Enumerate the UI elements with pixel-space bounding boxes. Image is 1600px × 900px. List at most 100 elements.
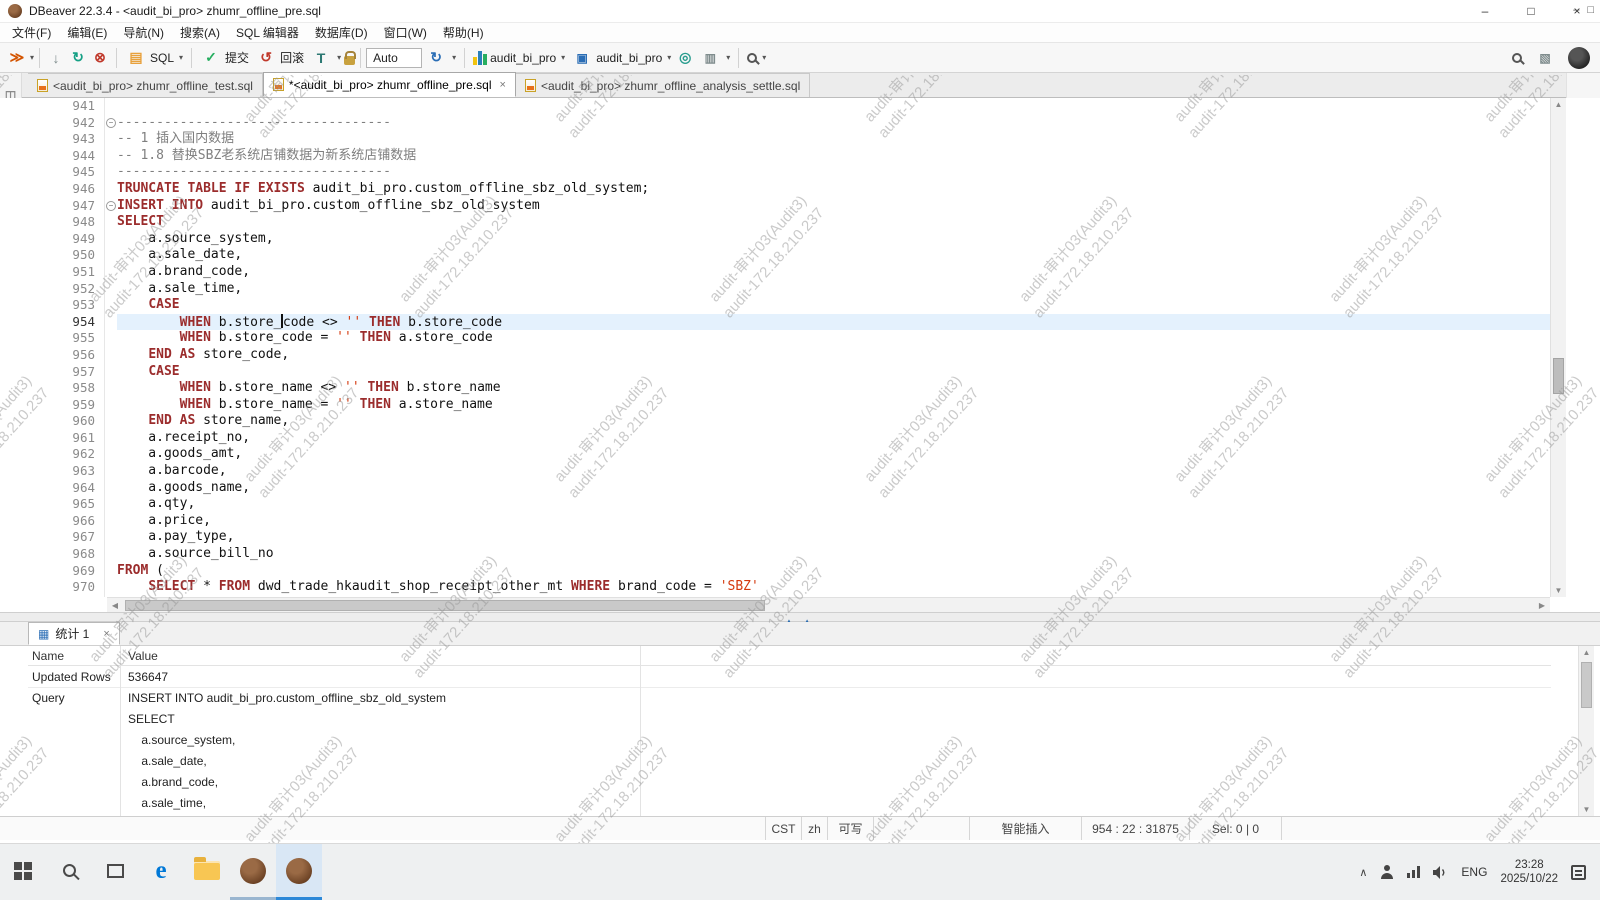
schema-name: audit_bi_pro <box>596 51 662 65</box>
panel-splitter[interactable]: ▲ ▲ <box>0 612 1600 622</box>
minimize-view-icon[interactable]: – <box>1573 4 1579 16</box>
scroll-up-icon[interactable]: ▲ <box>1579 648 1594 657</box>
execute-query-icon[interactable]: ↻ <box>69 46 87 70</box>
rollback-button[interactable]: ↺ 回滚 <box>255 46 304 70</box>
stats-row[interactable]: QueryINSERT INTO audit_bi_pro.custom_off… <box>28 687 1551 708</box>
stats-table-body: Updated Rows536647QueryINSERT INTO audit… <box>28 666 1551 813</box>
dbeaver-window: DBeaver 22.3.4 - <audit_bi_pro> zhumr_of… <box>0 0 1600 900</box>
scroll-up-icon[interactable]: ▲ <box>1551 100 1566 109</box>
window-title: DBeaver 22.3.4 - <audit_bi_pro> zhumr_of… <box>29 4 321 18</box>
fold-marker-icon[interactable]: − <box>106 201 116 211</box>
layout-button[interactable]: ▥ ▾ <box>699 46 730 70</box>
editor-tab-test[interactable]: <audit_bi_pro> zhumr_offline_test.sql <box>28 73 263 97</box>
editor-gutter: 9419429439449459469479489499509519529539… <box>47 98 105 597</box>
minimize-button[interactable]: – <box>1462 0 1508 22</box>
transaction-caret-icon: ▾ <box>337 53 341 62</box>
task-view-button[interactable] <box>92 844 138 900</box>
scroll-right-icon[interactable]: ▶ <box>1534 601 1550 610</box>
menu-window[interactable]: 窗口(W) <box>376 22 435 43</box>
taskbar-clock[interactable]: 23:28 2025/10/22 <box>1500 858 1558 886</box>
new-sql-caret-icon[interactable]: ▾ <box>30 53 34 62</box>
network-icon[interactable] <box>1407 866 1420 878</box>
column-header-name[interactable]: Name <box>28 649 120 663</box>
close-tab-icon[interactable]: × <box>500 79 506 91</box>
transaction-mode-button[interactable]: T ▾ <box>310 46 341 70</box>
maximize-view-icon[interactable]: □ <box>1587 4 1594 16</box>
vertical-scroll-thumb[interactable] <box>1553 358 1564 394</box>
stats-row[interactable]: a.brand_code, <box>28 771 1551 792</box>
menu-database[interactable]: 数据库(D) <box>307 22 376 43</box>
scroll-down-icon[interactable]: ▼ <box>1551 586 1566 595</box>
connection-selector[interactable]: audit_bi_pro ▾ <box>473 51 565 65</box>
scroll-down-icon[interactable]: ▼ <box>1579 805 1594 814</box>
scroll-left-icon[interactable]: ◀ <box>107 601 123 610</box>
stop-icon[interactable]: ⊗ <box>91 46 109 70</box>
dbeaver-taskbar-button-2[interactable] <box>276 844 322 900</box>
file-explorer-button[interactable] <box>184 844 230 900</box>
editor-vertical-scrollbar[interactable]: ▲ ▼ <box>1550 98 1566 597</box>
editor-code[interactable]: ------------------------------------- 1 … <box>117 98 1550 597</box>
planet-icon[interactable]: ◎ <box>676 46 694 70</box>
column-header-value[interactable]: Value <box>120 649 158 663</box>
menu-edit[interactable]: 编辑(E) <box>59 22 115 43</box>
stats-row[interactable]: a.source_system, <box>28 729 1551 750</box>
menu-help[interactable]: 帮助(H) <box>435 22 492 43</box>
quick-search-icon[interactable] <box>1512 53 1522 63</box>
sql-menu-button[interactable]: ▤ SQL ▾ <box>125 46 183 70</box>
line-number: 959 <box>47 397 104 414</box>
line-number: 941 <box>47 98 104 115</box>
contacts-tray-icon[interactable] <box>1380 865 1394 879</box>
schema-selector[interactable]: ▣ audit_bi_pro ▾ <box>571 46 671 70</box>
edge-button[interactable]: e <box>138 844 184 900</box>
maximize-button[interactable]: □ <box>1508 0 1554 22</box>
action-center-icon[interactable] <box>1571 865 1586 880</box>
line-number: 957 <box>47 364 104 381</box>
editor-horizontal-scrollbar[interactable]: ◀ ▶ <box>107 597 1550 612</box>
editor-tab-pre[interactable]: *<audit_bi_pro> zhumr_offline_pre.sql × <box>263 72 516 97</box>
code-line: WHEN b.store_code = '' THEN a.store_code <box>117 330 1550 347</box>
menu-file[interactable]: 文件(F) <box>4 22 59 43</box>
taskbar: e ∧ ENG 23:28 2025/10/22 <box>0 843 1600 900</box>
volume-icon[interactable] <box>1433 866 1448 879</box>
sql-editor[interactable]: 9419429439449459469479489499509519529539… <box>0 98 1600 612</box>
dbeaver-taskbar-button-1[interactable] <box>230 844 276 900</box>
transaction-icon: T <box>312 46 330 70</box>
code-line: a.source_bill_no <box>117 546 1550 563</box>
horizontal-scroll-thumb[interactable] <box>125 600 765 611</box>
commit-mode-combo[interactable]: Auto <box>366 48 422 68</box>
fetch-down-icon[interactable]: ↓ <box>47 46 65 70</box>
commit-button[interactable]: ✓ 提交 <box>200 46 249 70</box>
sql-file-icon <box>525 79 536 92</box>
stats-row[interactable]: a.sale_date, <box>28 750 1551 771</box>
panel-scroll-thumb[interactable] <box>1581 662 1592 708</box>
close-stats-tab-icon[interactable]: × <box>103 628 109 640</box>
code-line: a.qty, <box>117 496 1550 513</box>
start-button[interactable] <box>0 844 46 900</box>
perspective-icon[interactable]: ▧ <box>1536 46 1554 70</box>
editor-tab-analysis[interactable]: <audit_bi_pro> zhumr_offline_analysis_se… <box>516 73 810 97</box>
tray-expand-icon[interactable]: ∧ <box>1359 866 1367 879</box>
language-indicator[interactable]: ENG <box>1461 865 1487 879</box>
commit-icon: ✓ <box>202 46 220 70</box>
dbeaver-logo-icon[interactable] <box>1568 47 1590 69</box>
menu-sql-editor[interactable]: SQL 编辑器 <box>228 22 307 43</box>
refresh-icon: ↻ <box>427 46 445 70</box>
toolbar-search-button[interactable]: ▾ <box>747 53 766 63</box>
editor-tab-label: *<audit_bi_pro> zhumr_offline_pre.sql <box>289 78 492 92</box>
stats-tab[interactable]: ▦ 统计 1 × <box>28 622 120 645</box>
menu-search[interactable]: 搜索(A) <box>172 22 228 43</box>
stats-row[interactable]: a.sale_time, <box>28 792 1551 813</box>
taskbar-search-button[interactable] <box>46 844 92 900</box>
status-caret-position[interactable]: 954 : 22 : 31875 <box>1081 817 1189 840</box>
refresh-button[interactable]: ↻ ▾ <box>425 46 456 70</box>
panel-vertical-scrollbar[interactable]: ▲ ▼ <box>1578 646 1594 816</box>
fold-marker-icon[interactable]: − <box>106 118 116 128</box>
dbeaver-icon <box>286 858 312 884</box>
code-line: INSERT INTO audit_bi_pro.custom_offline_… <box>117 198 1550 215</box>
lock-icon[interactable] <box>344 56 355 65</box>
new-sql-editor-icon[interactable]: ≫ <box>8 46 26 70</box>
code-line: a.receipt_no, <box>117 430 1550 447</box>
menu-navigate[interactable]: 导航(N) <box>115 22 172 43</box>
stats-row[interactable]: Updated Rows536647 <box>28 666 1551 687</box>
stats-row[interactable]: SELECT <box>28 708 1551 729</box>
